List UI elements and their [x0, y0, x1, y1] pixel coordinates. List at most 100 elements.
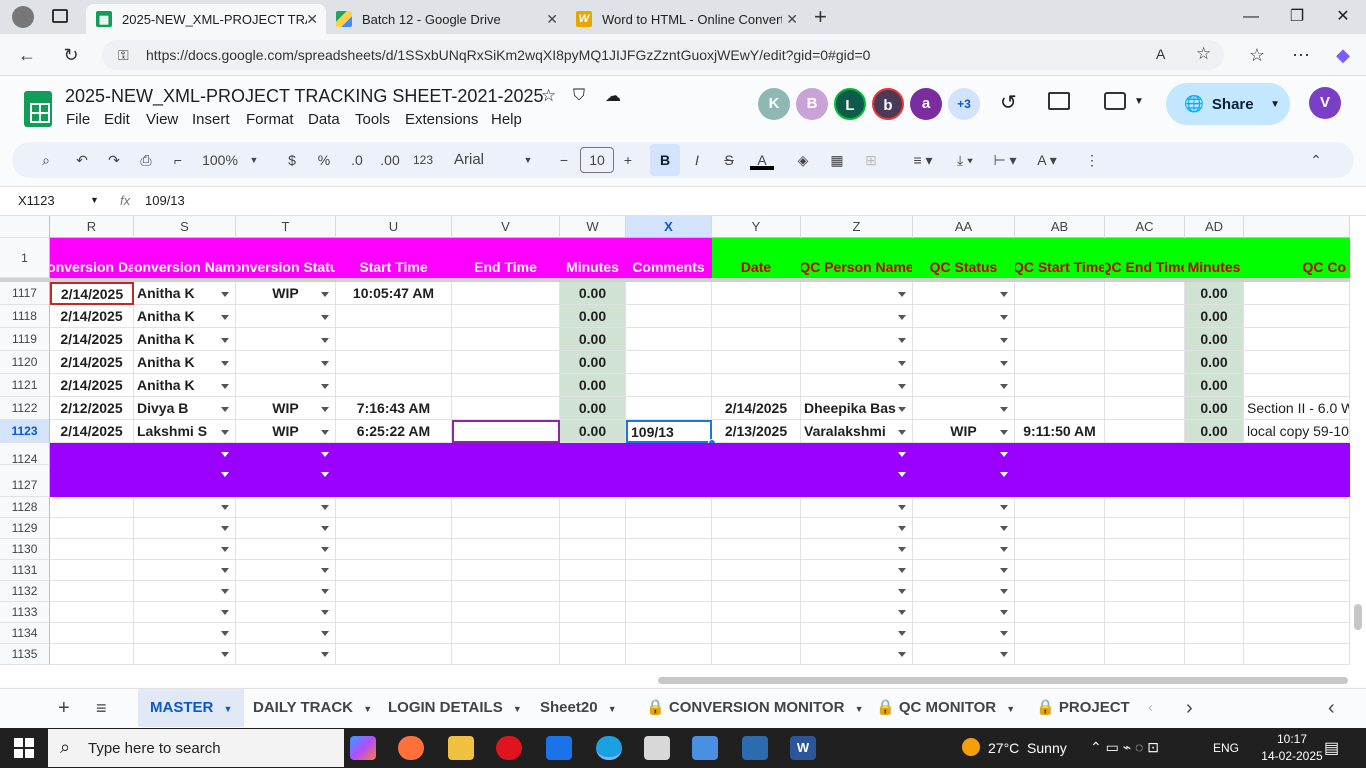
- data-cell[interactable]: [336, 351, 452, 374]
- data-cell[interactable]: [1244, 282, 1350, 305]
- data-cell[interactable]: 2/14/2025: [50, 374, 134, 397]
- empty-cell[interactable]: [1185, 518, 1244, 539]
- vertical-scroll-thumb[interactable]: [1354, 604, 1362, 630]
- empty-cell[interactable]: [1244, 623, 1350, 644]
- dropdown-arrow-icon[interactable]: [321, 505, 329, 510]
- font-select[interactable]: Arial: [454, 150, 494, 170]
- empty-cell[interactable]: [801, 518, 913, 539]
- edge-icon[interactable]: [596, 736, 622, 760]
- row-header[interactable]: 1128: [0, 497, 50, 518]
- empty-cell[interactable]: [1185, 497, 1244, 518]
- data-cell[interactable]: [712, 305, 801, 328]
- data-cell[interactable]: 0.00: [1185, 328, 1244, 351]
- empty-cell[interactable]: [1185, 560, 1244, 581]
- copilot-app-icon[interactable]: [350, 736, 376, 760]
- data-cell[interactable]: 0.00: [1185, 374, 1244, 397]
- sheet-tab-daily-track[interactable]: DAILY TRACK ▼: [253, 689, 372, 727]
- data-cell[interactable]: [1015, 305, 1105, 328]
- header-cell[interactable]: Comments: [626, 238, 712, 278]
- tab-dropdown-icon[interactable]: ▼: [855, 704, 864, 714]
- data-cell[interactable]: 9:11:50 AM: [1015, 420, 1105, 443]
- column-header[interactable]: AC: [1105, 216, 1185, 238]
- dropdown-arrow-icon[interactable]: [321, 407, 329, 412]
- sheet-tab-conversion-monitor[interactable]: 🔒 CONVERSION MONITOR ▼: [646, 689, 864, 727]
- strikethrough-icon[interactable]: S: [720, 150, 738, 170]
- dropdown-arrow-icon[interactable]: [898, 384, 906, 389]
- empty-cell[interactable]: [1185, 581, 1244, 602]
- empty-cell[interactable]: [452, 539, 560, 560]
- dropdown-arrow-icon[interactable]: [321, 315, 329, 320]
- name-box-dropdown-icon[interactable]: ▼: [90, 195, 99, 205]
- empty-cell[interactable]: [712, 623, 801, 644]
- empty-cell[interactable]: [560, 602, 626, 623]
- empty-cell[interactable]: [801, 581, 913, 602]
- empty-cell[interactable]: [1185, 644, 1244, 665]
- header-cell[interactable]: Minutes: [560, 238, 626, 278]
- dropdown-arrow-icon[interactable]: [898, 610, 906, 615]
- row-header[interactable]: 1127: [0, 465, 50, 497]
- data-cell[interactable]: Section II - 6.0 W: [1244, 397, 1350, 420]
- collaborator-avatar[interactable]: L: [834, 88, 866, 120]
- data-cell[interactable]: [336, 328, 452, 351]
- weather-text[interactable]: 27°C Sunny: [988, 740, 1067, 756]
- dropdown-arrow-icon[interactable]: [221, 338, 229, 343]
- header-cell[interactable]: QC Co: [1244, 238, 1350, 278]
- row-header[interactable]: 1135: [0, 644, 50, 665]
- data-cell[interactable]: [1015, 397, 1105, 420]
- empty-cell[interactable]: [452, 497, 560, 518]
- data-cell[interactable]: [1105, 420, 1185, 443]
- collaborator-avatar[interactable]: K: [758, 88, 790, 120]
- empty-cell[interactable]: [1015, 602, 1105, 623]
- row-header[interactable]: 1132: [0, 581, 50, 602]
- dropdown-arrow-icon[interactable]: [221, 292, 229, 297]
- data-cell[interactable]: 0.00: [1185, 420, 1244, 443]
- data-cell[interactable]: 0.00: [560, 397, 626, 420]
- row-header[interactable]: 1122: [0, 397, 50, 420]
- column-header[interactable]: AA: [913, 216, 1015, 238]
- app-icon[interactable]: [742, 736, 768, 760]
- data-cell[interactable]: [801, 328, 913, 351]
- column-header[interactable]: R: [50, 216, 134, 238]
- empty-cell[interactable]: [1244, 497, 1350, 518]
- browser-tab-drive[interactable]: Batch 12 - Google Drive ✕: [326, 4, 566, 34]
- data-cell[interactable]: [1105, 328, 1185, 351]
- data-cell[interactable]: [452, 374, 560, 397]
- column-header[interactable]: Y: [712, 216, 801, 238]
- empty-cell[interactable]: [50, 644, 134, 665]
- vertical-scrollbar[interactable]: [1350, 216, 1366, 686]
- dropdown-arrow-icon[interactable]: [321, 338, 329, 343]
- dropdown-arrow-icon[interactable]: [221, 452, 229, 457]
- dropdown-arrow-icon[interactable]: [321, 610, 329, 615]
- dropdown-arrow-icon[interactable]: [321, 547, 329, 552]
- read-aloud-icon[interactable]: A: [1156, 46, 1165, 62]
- profile-icon[interactable]: [12, 6, 34, 28]
- sheet-tab-project[interactable]: 🔒 PROJECT S: [1036, 689, 1130, 727]
- empty-cell[interactable]: [712, 644, 801, 665]
- favorite-star-icon[interactable]: ☆: [1196, 44, 1211, 64]
- empty-cell[interactable]: [50, 560, 134, 581]
- empty-cell[interactable]: [1105, 623, 1185, 644]
- empty-cell[interactable]: [626, 581, 712, 602]
- print-icon[interactable]: ⎙: [136, 150, 156, 170]
- menu-data[interactable]: Data: [308, 111, 340, 128]
- undo-icon[interactable]: ↶: [72, 150, 92, 170]
- empty-cell[interactable]: [1185, 623, 1244, 644]
- scroll-tabs-left-icon[interactable]: ‹: [1148, 689, 1153, 727]
- data-cell[interactable]: 0.00: [560, 374, 626, 397]
- zoom-select[interactable]: 100%: [198, 150, 242, 170]
- column-header[interactable]: AB: [1015, 216, 1105, 238]
- empty-cell[interactable]: [626, 644, 712, 665]
- dropdown-arrow-icon[interactable]: [321, 568, 329, 573]
- data-cell[interactable]: 0.00: [560, 305, 626, 328]
- clock-time[interactable]: 10:17: [1262, 732, 1322, 746]
- menu-insert[interactable]: Insert: [192, 111, 230, 128]
- empty-cell[interactable]: [801, 602, 913, 623]
- dropdown-arrow-icon[interactable]: [1000, 526, 1008, 531]
- move-icon[interactable]: ⛉: [573, 87, 585, 105]
- taskbar-search-box[interactable]: ⌕ Type here to search: [48, 729, 344, 767]
- menu-edit[interactable]: Edit: [104, 111, 130, 128]
- dropdown-arrow-icon[interactable]: [898, 452, 906, 457]
- dropdown-arrow-icon[interactable]: [321, 589, 329, 594]
- dropdown-arrow-icon[interactable]: [221, 526, 229, 531]
- dropdown-arrow-icon[interactable]: [1000, 472, 1008, 477]
